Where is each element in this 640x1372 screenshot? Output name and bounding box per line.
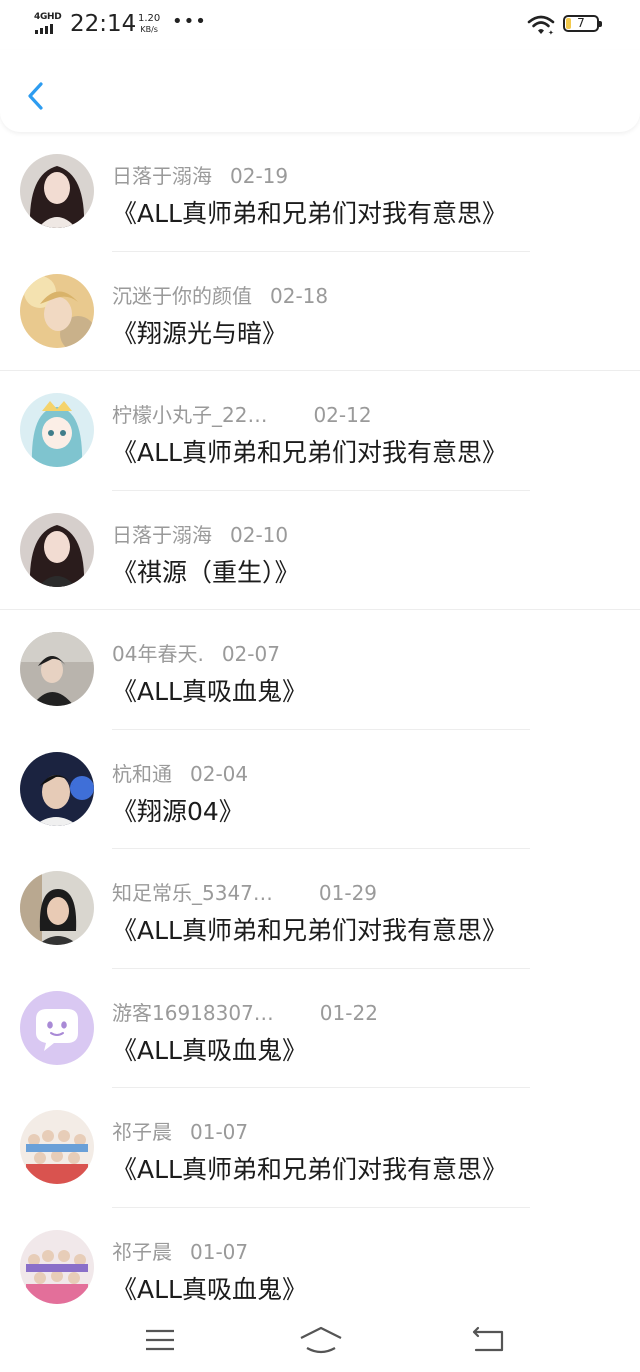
avatar[interactable]	[20, 871, 94, 945]
chat-bubble-icon	[20, 990, 94, 1065]
battery-icon: 7	[563, 15, 602, 32]
user-name: 祁子晨	[112, 1120, 172, 1144]
user-name: 杭和通	[112, 761, 172, 786]
comment-date: 02-04	[190, 761, 249, 786]
list-item[interactable]: 祁子晨 01-07 《ALL真师弟和兄弟们对我有意思》	[0, 1088, 640, 1208]
system-nav-bar	[0, 1312, 640, 1372]
user-name: 沉迷于你的颜值	[112, 283, 252, 308]
top-bar	[0, 50, 640, 132]
list-item[interactable]: 沉迷于你的颜值 02-18 《翔源光与暗》	[0, 252, 640, 371]
avatar[interactable]	[20, 154, 94, 228]
comment-date: 02-12	[313, 403, 372, 427]
wifi-icon: ✦	[527, 15, 555, 36]
user-name: 柠檬小丸子_22…	[112, 403, 268, 427]
user-name: 游客16918307…	[112, 1000, 274, 1025]
comment-title: 《ALL真师弟和兄弟们对我有意思》	[112, 916, 507, 945]
speed-unit: KB/s	[140, 25, 158, 34]
comment-list: 日落于溺海 02-19 《ALL真师弟和兄弟们对我有意思》 沉迷于你的颜值 02-1…	[0, 132, 640, 1327]
network-type: 4GHD	[34, 12, 62, 22]
comment-date: 02-18	[270, 283, 329, 308]
user-name: 日落于溺海	[112, 164, 212, 188]
battery-level: 7	[577, 16, 585, 30]
avatar[interactable]	[20, 1229, 94, 1304]
list-item[interactable]: 杭和通 02-04 《翔源04》	[0, 730, 640, 849]
avatar[interactable]	[20, 393, 94, 467]
return-icon[interactable]	[470, 1326, 506, 1356]
ellipsis-icon: •••	[172, 11, 207, 32]
comment-title: 《翔源04》	[112, 796, 244, 826]
comment-title: 《祺源（重生）》	[112, 557, 300, 587]
speed-value: 1.20	[138, 13, 161, 24]
chevron-left-icon[interactable]	[22, 78, 52, 114]
comment-title: 《ALL真师弟和兄弟们对我有意思》	[112, 438, 507, 467]
comment-title: 《ALL真师弟和兄弟们对我有意思》	[112, 1155, 507, 1184]
avatar[interactable]	[20, 273, 94, 348]
list-item[interactable]: 日落于溺海 02-10 《祺源（重生）》	[0, 491, 640, 610]
status-time: 22:14	[70, 11, 137, 37]
avatar[interactable]	[20, 990, 94, 1065]
avatar[interactable]	[20, 632, 94, 706]
comment-date: 01-07	[190, 1239, 249, 1264]
status-bar: 4GHD 22:14 1.20 KB/s ••• ✦ 7	[0, 0, 640, 50]
list-item[interactable]: 祁子晨 01-07 《ALL真吸血鬼》	[0, 1208, 640, 1328]
comment-date: 01-07	[190, 1120, 249, 1144]
user-name: 知足常乐_5347…	[112, 881, 273, 905]
network-speed: 1.20 KB/s	[138, 13, 160, 35]
list-item[interactable]: 04年春天. 02-07 《ALL真吸血鬼》	[0, 610, 640, 730]
home-icon[interactable]	[298, 1324, 344, 1356]
user-name: 04年春天.	[112, 642, 204, 666]
signal-icon: 4GHD	[34, 12, 62, 36]
comment-title: 《ALL真吸血鬼》	[112, 1274, 307, 1304]
list-item[interactable]: 日落于溺海 02-19 《ALL真师弟和兄弟们对我有意思》	[0, 132, 640, 252]
menu-icon[interactable]	[144, 1326, 176, 1354]
list-item[interactable]: 柠檬小丸子_22… 02-12 《ALL真师弟和兄弟们对我有意思》	[0, 371, 640, 491]
comment-title: 《翔源光与暗》	[112, 318, 288, 348]
comment-title: 《ALL真吸血鬼》	[112, 1035, 307, 1065]
avatar[interactable]	[20, 512, 94, 587]
list-item[interactable]: 游客16918307… 01-22 《ALL真吸血鬼》	[0, 969, 640, 1088]
comment-date: 02-07	[221, 642, 280, 666]
avatar[interactable]	[20, 751, 94, 826]
comment-title: 《ALL真师弟和兄弟们对我有意思》	[112, 199, 507, 228]
user-name: 祁子晨	[112, 1239, 172, 1264]
user-name: 日落于溺海	[112, 522, 212, 547]
comment-title: 《ALL真吸血鬼》	[112, 677, 307, 706]
comment-date: 01-22	[319, 1000, 378, 1025]
list-item[interactable]: 知足常乐_5347… 01-29 《ALL真师弟和兄弟们对我有意思》	[0, 849, 640, 969]
comment-date: 02-19	[230, 164, 289, 188]
avatar[interactable]	[20, 1110, 94, 1184]
comment-date: 01-29	[318, 881, 378, 905]
svg-text:✦: ✦	[548, 29, 554, 36]
comment-date: 02-10	[230, 522, 289, 547]
